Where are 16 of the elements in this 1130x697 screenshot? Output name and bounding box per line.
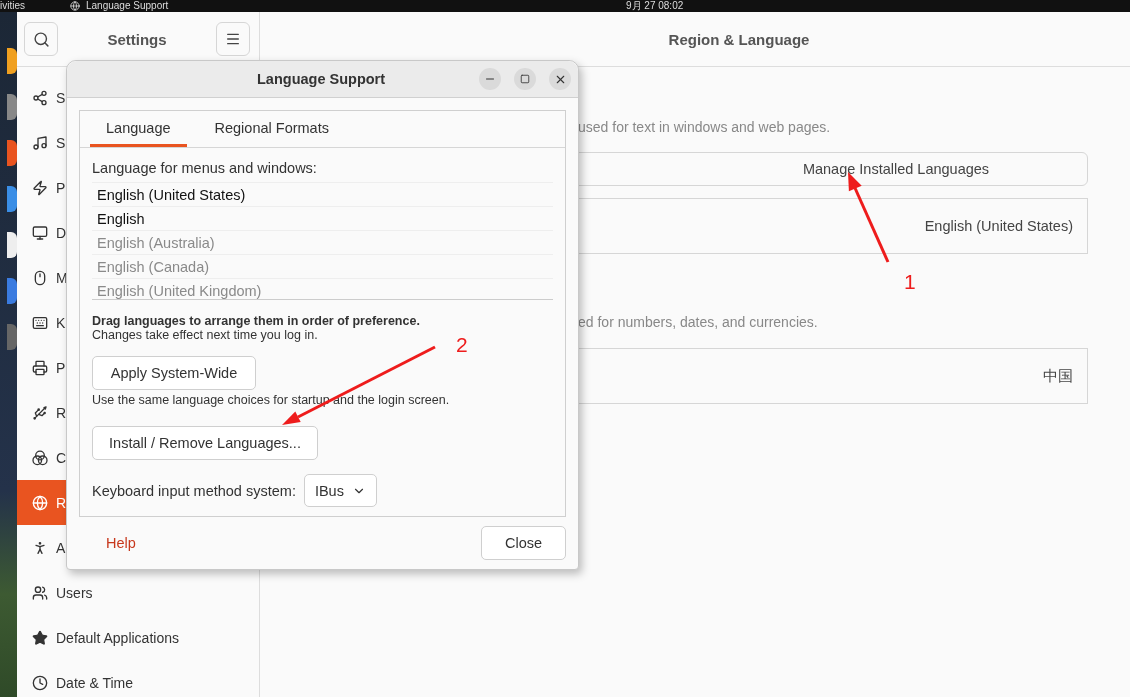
app-name: Language Support	[86, 0, 170, 12]
panel-title: Region & Language	[667, 30, 810, 48]
row-value: English (United States)	[924, 218, 1073, 234]
activities-label: ivities	[0, 0, 26, 12]
section-description: used for text in windows and web pages.	[578, 119, 832, 137]
hint-text: Changes take effect next time you log in.	[92, 328, 319, 342]
row-value: 中国	[1043, 366, 1073, 386]
annotation-number: 1	[904, 271, 916, 293]
hint-text: Drag languages to arrange them in order of preference.	[92, 314, 421, 328]
sidebar-title: Settings	[107, 30, 167, 48]
input-method-label: Keyboard input method system:	[92, 482, 296, 499]
list-label: Language for menus and windows:	[92, 160, 318, 178]
dialog-title: Language Support	[257, 71, 387, 87]
annotation-number: 2	[456, 334, 468, 356]
clock: 9月 27 08:02	[626, 0, 685, 12]
section-description: ed for numbers, dates, and currencies.	[578, 314, 819, 332]
